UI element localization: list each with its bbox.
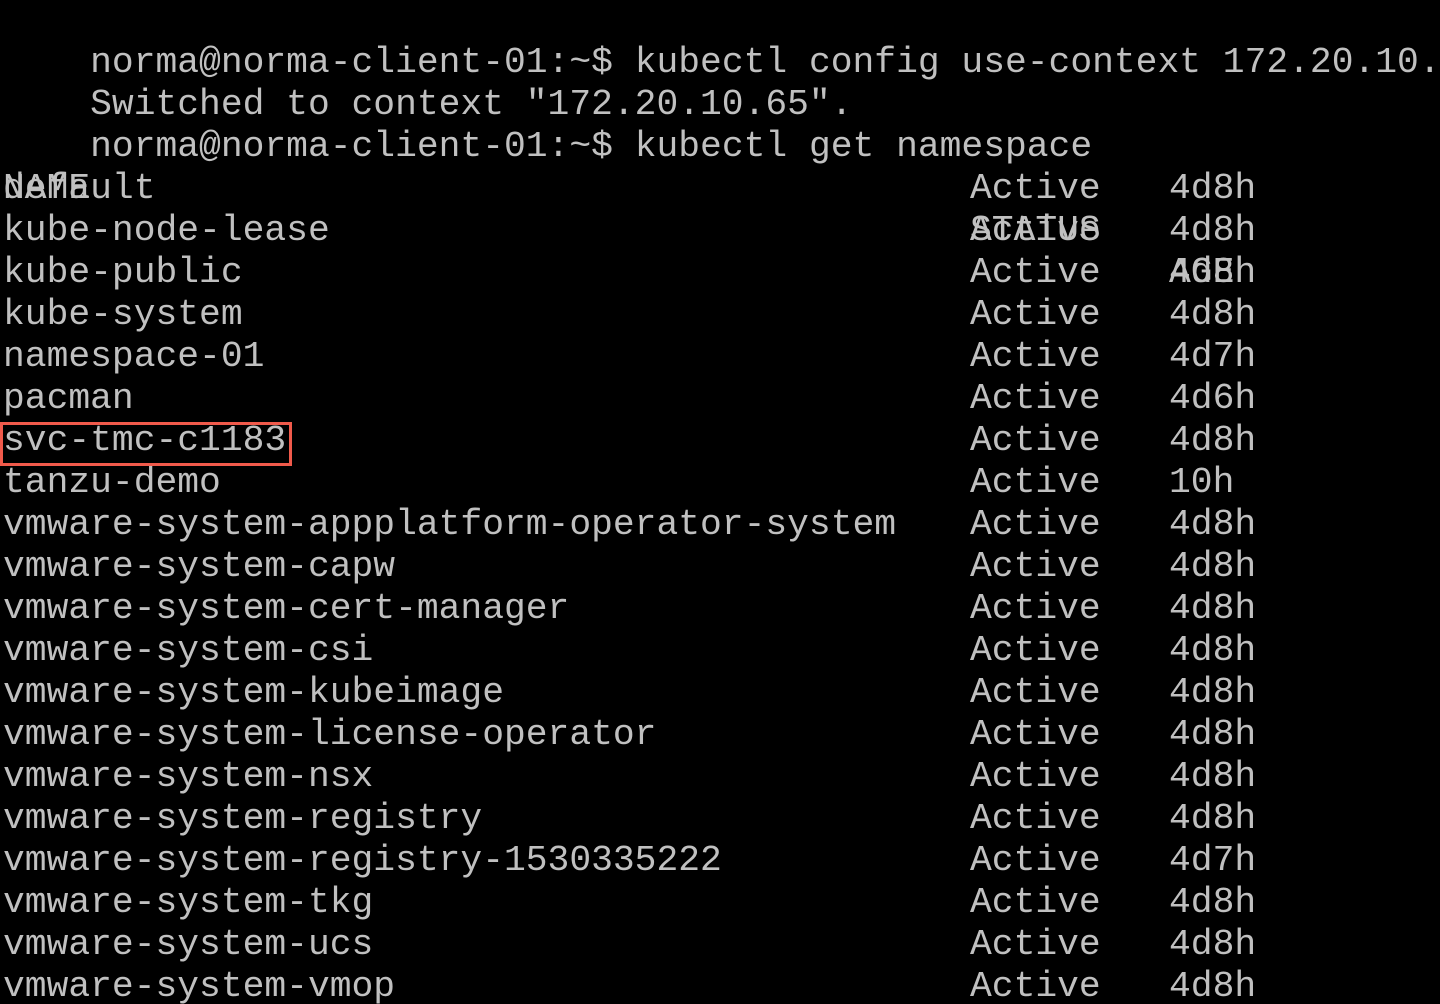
namespace-status: Active [970,378,1101,419]
namespace-status: Active [970,882,1101,923]
namespace-age: 4d8h [1169,630,1257,671]
table-row: pacman Active 4d6h [3,378,1440,420]
namespace-status: Active [970,294,1101,335]
table-row: vmware-system-kubeimage Active 4d8h [3,672,1440,714]
namespace-age: 4d8h [1169,672,1257,713]
namespace-name: kube-system [3,294,243,335]
namespace-status: Active [970,462,1101,503]
namespace-status: Active [970,588,1101,629]
namespace-name: vmware-system-nsx [3,756,374,797]
namespace-status: Active [970,210,1101,251]
namespace-age: 4d8h [1169,966,1257,1004]
namespace-name: vmware-system-kubeimage [3,672,504,713]
table-row: vmware-system-ucs Active 4d8h [3,924,1440,966]
namespace-age: 4d8h [1169,252,1257,293]
namespace-age: 10h [1169,462,1235,503]
namespace-status: Active [970,630,1101,671]
namespace-status: Active [970,672,1101,713]
namespace-age: 4d8h [1169,420,1257,461]
table-row: vmware-system-license-operator Active 4d8h [3,714,1440,756]
namespace-name: vmware-system-vmop [3,966,396,1004]
namespace-name: vmware-system-ucs [3,924,374,965]
namespace-name: vmware-system-cert-manager [3,588,570,629]
table-row: svc-tmc-c1183 Active 4d8h [3,420,1440,462]
namespace-name: vmware-system-appplatform-operator-syste… [3,504,897,545]
command-line-1: norma@norma-client-01:~$ kubectl config … [3,0,1440,83]
terminal-window[interactable]: norma@norma-client-01:~$ kubectl config … [0,0,1440,1004]
namespace-status: Active [970,252,1101,293]
namespace-name: vmware-system-tkg [3,882,374,923]
table-header: NAME STATUS AGE [3,126,1440,293]
namespace-status: Active [970,924,1101,965]
table-row: vmware-system-registry Active 4d8h [3,798,1440,840]
namespace-name: tanzu-demo [3,462,221,503]
namespace-age: 4d8h [1169,924,1257,965]
namespace-age: 4d8h [1169,882,1257,923]
table-row: vmware-system-vmop Active 4d8h [3,966,1440,1004]
namespace-name: vmware-system-license-operator [3,714,657,755]
namespace-age: 4d7h [1169,336,1257,377]
table-row: vmware-system-registry-1530335222 Active 4… [3,840,1440,882]
namespace-age: 4d6h [1169,378,1257,419]
namespace-status: Active [970,714,1101,755]
namespace-name: vmware-system-csi [3,630,374,671]
namespace-age: 4d7h [1169,840,1257,881]
namespace-name: vmware-system-registry [3,798,483,839]
table-row: vmware-system-nsx Active 4d8h [3,756,1440,798]
namespace-age: 4d8h [1169,546,1257,587]
namespace-status: Active [970,168,1101,209]
namespace-name: default [3,168,156,209]
namespace-age: 4d8h [1169,756,1257,797]
namespace-age: 4d8h [1169,504,1257,545]
namespace-name: kube-node-lease [3,210,330,251]
table-row: vmware-system-capw Active 4d8h [3,546,1440,588]
table-row: default Active 4d8h [3,168,1440,210]
table-row: vmware-system-appplatform-operator-syste… [3,504,1440,546]
namespace-age: 4d8h [1169,168,1257,209]
table-row: kube-node-lease Active 4d8h [3,210,1440,252]
namespace-name: vmware-system-registry-1530335222 [3,840,722,881]
namespace-status: Active [970,966,1101,1004]
namespace-age: 4d8h [1169,210,1257,251]
namespace-age: 4d8h [1169,798,1257,839]
namespace-status: Active [970,504,1101,545]
namespace-status: Active [970,336,1101,377]
table-row: tanzu-demo Active 10h [3,462,1440,504]
table-row: vmware-system-csi Active 4d8h [3,630,1440,672]
namespace-status: Active [970,756,1101,797]
namespace-name: vmware-system-capw [3,546,396,587]
table-row: vmware-system-cert-manager Active 4d8h [3,588,1440,630]
table-row: vmware-system-tkg Active 4d8h [3,882,1440,924]
namespace-name: namespace-01 [3,336,265,377]
namespace-status: Active [970,546,1101,587]
table-row: kube-public Active 4d8h [3,252,1440,294]
command-line-2: norma@norma-client-01:~$ kubectl get nam… [3,84,1092,167]
namespace-name: kube-public [3,252,243,293]
table-row: namespace-01 Active 4d7h [3,336,1440,378]
namespace-age: 4d8h [1169,714,1257,755]
namespace-status: Active [970,798,1101,839]
table-row: kube-system Active 4d8h [3,294,1440,336]
namespace-age: 4d8h [1169,588,1257,629]
command-output-1: Switched to context "172.20.10.65". [3,42,852,125]
namespace-status: Active [970,420,1101,461]
namespace-name: pacman [3,378,134,419]
namespace-age: 4d8h [1169,294,1257,335]
namespace-status: Active [970,840,1101,881]
namespace-name: svc-tmc-c1183 [3,420,287,461]
